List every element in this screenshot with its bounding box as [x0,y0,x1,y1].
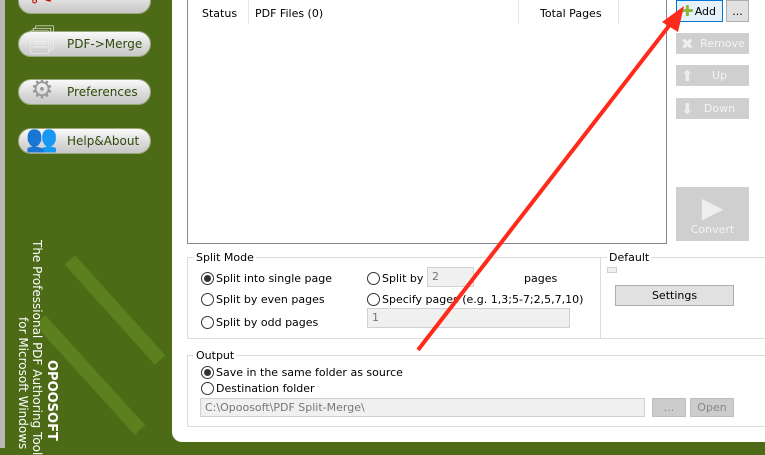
annotation-arrow [416,6,684,352]
